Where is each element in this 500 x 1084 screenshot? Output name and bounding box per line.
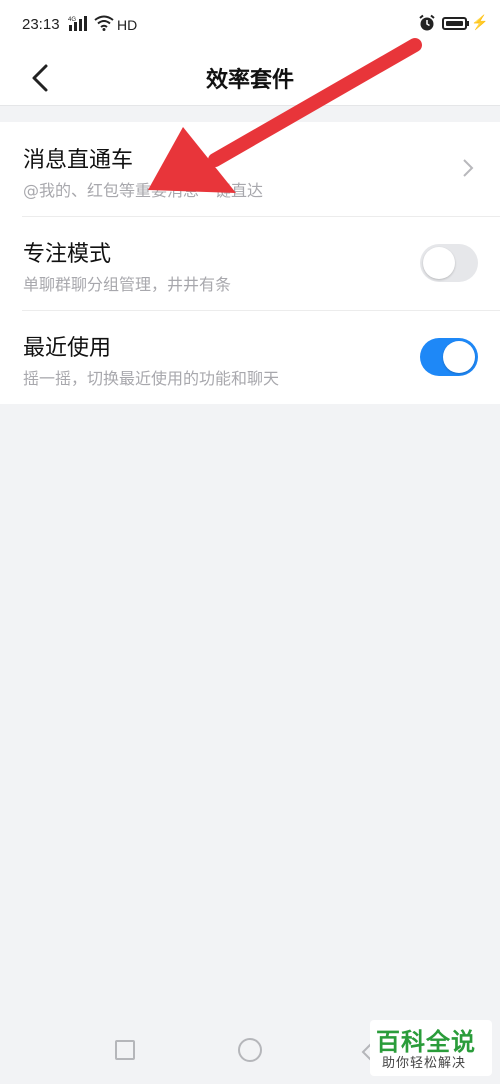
hd-label: HD: [117, 17, 138, 33]
settings-item-recent-use: 最近使用 摇一摇，切换最近使用的功能和聊天: [0, 310, 500, 404]
settings-item-subtitle: 单聊群聊分组管理，井井有条: [23, 275, 232, 294]
settings-item-subtitle: @我的、红包等重要消息一键直达: [23, 181, 264, 200]
header: 效率套件: [0, 50, 500, 106]
settings-item-title: 消息直通车: [23, 148, 134, 173]
page-title: 效率套件: [205, 68, 294, 93]
status-bar: 23:13 4G HD ⚡: [0, 0, 500, 50]
chevron-right-icon: [463, 159, 474, 177]
settings-item-focus-mode: 专注模式 单聊群聊分组管理，井井有条: [0, 216, 500, 310]
wifi-icon: [94, 15, 114, 31]
recents-nav-icon[interactable]: [115, 1040, 135, 1060]
settings-item-message-express[interactable]: 消息直通车 @我的、红包等重要消息一键直达: [0, 122, 500, 216]
settings-item-subtitle: 摇一摇，切换最近使用的功能和聊天: [23, 369, 280, 388]
battery-cap: [467, 21, 469, 26]
battery-icon: [442, 17, 467, 30]
toggle-knob: [443, 341, 475, 373]
settings-item-title: 专注模式: [23, 242, 112, 267]
watermark: 百科全说 助你轻松解决: [370, 1020, 492, 1076]
recent-use-toggle[interactable]: [420, 338, 478, 376]
settings-list: 消息直通车 @我的、红包等重要消息一键直达 专注模式 单聊群聊分组管理，井井有条…: [0, 122, 500, 404]
toggle-knob: [423, 247, 455, 279]
watermark-sub: 助你轻松解决: [382, 1056, 467, 1071]
charging-icon: ⚡: [471, 14, 489, 30]
status-time: 23:13: [22, 16, 60, 33]
alarm-icon: [419, 14, 435, 31]
home-nav-icon[interactable]: [238, 1038, 262, 1062]
focus-mode-toggle[interactable]: [420, 244, 478, 282]
settings-item-title: 最近使用: [23, 336, 112, 361]
signal-icon: 4G: [68, 16, 87, 31]
